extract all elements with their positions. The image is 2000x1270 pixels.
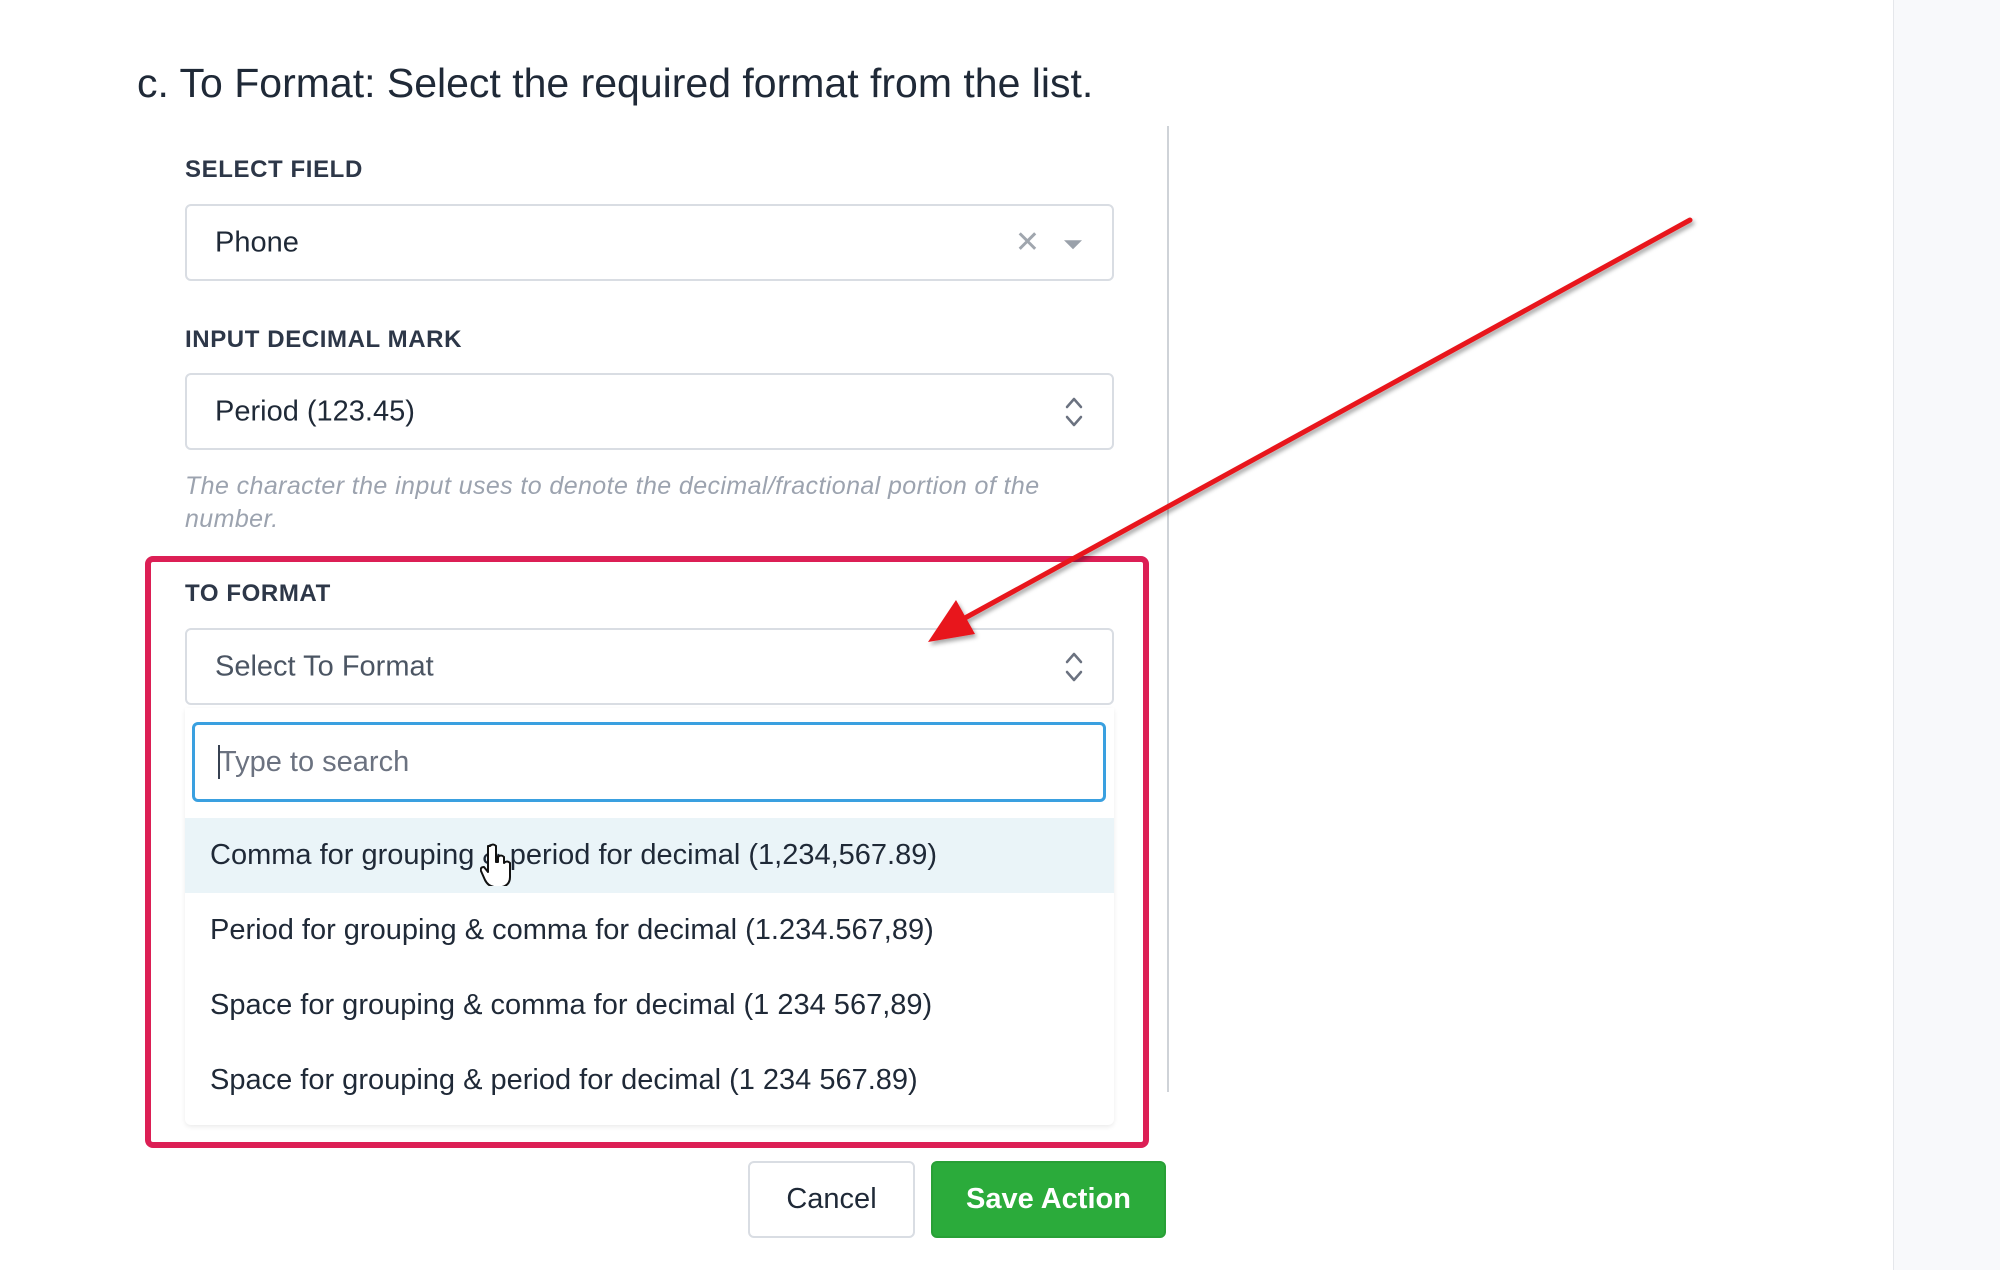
- input-decimal-mark-label: INPUT DECIMAL MARK: [185, 326, 463, 353]
- select-field-value: Phone: [215, 226, 299, 258]
- select-field-label: SELECT FIELD: [185, 156, 363, 183]
- input-decimal-mark-value: Period (123.45): [215, 395, 415, 427]
- highlight-annotation-box: [145, 556, 1149, 1148]
- chevron-down-icon[interactable]: [1064, 239, 1082, 249]
- close-icon[interactable]: ✕: [1015, 227, 1040, 258]
- input-decimal-mark-select[interactable]: Period (123.45): [185, 373, 1114, 450]
- select-field-dropdown[interactable]: Phone ✕: [185, 204, 1114, 281]
- instruction-text: c. To Format: Select the required format…: [137, 60, 1094, 106]
- panel-divider: [1167, 126, 1169, 1092]
- input-decimal-mark-help: The character the input uses to denote t…: [185, 472, 1040, 533]
- save-action-button[interactable]: Save Action: [931, 1161, 1166, 1238]
- chevron-updown-icon: [1065, 397, 1083, 426]
- right-sidebar-strip: [1893, 0, 2000, 1270]
- cancel-button[interactable]: Cancel: [748, 1161, 915, 1238]
